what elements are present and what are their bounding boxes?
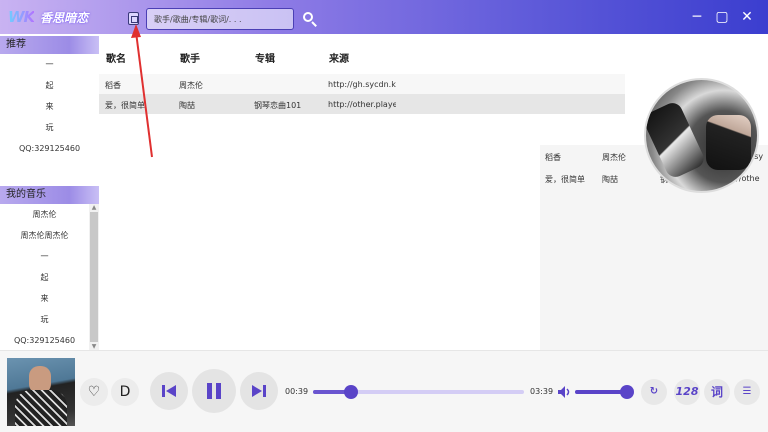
cell-artist: 陶喆: [179, 101, 195, 110]
sidebar-item[interactable]: 玩: [0, 309, 89, 330]
sidebar-item[interactable]: QQ:329125460: [0, 330, 89, 350]
total-time: 03:39: [530, 387, 554, 396]
logo-text: 香思暗恋: [40, 10, 89, 25]
sidebar-my-music: 我的音乐 周杰伦 周杰伦周杰伦 一 起 来 玩 QQ:329125460 ▲ ▼: [0, 186, 99, 350]
pause-icon: [207, 383, 221, 399]
search-box: [146, 8, 294, 30]
sidebar-item[interactable]: 来: [0, 288, 89, 309]
cell-source: http://gh.sycdn.ku: [328, 80, 396, 89]
cell-name: 稻香: [105, 81, 121, 90]
column-header-album[interactable]: 专辑: [255, 50, 275, 65]
my-music-header: 我的音乐: [0, 186, 99, 204]
quality-button[interactable]: 128: [674, 379, 700, 405]
sidebar-item[interactable]: 起: [0, 267, 89, 288]
recommend-header: 推荐: [0, 36, 99, 54]
overlay-artist: 陶喆: [602, 175, 618, 184]
scroll-down-icon[interactable]: ▼: [90, 343, 98, 350]
sidebar-item[interactable]: 周杰伦周杰伦: [0, 225, 89, 246]
table-row[interactable]: 稻香 周杰伦 http://gh.sycdn.ku: [99, 74, 625, 94]
scroll-up-icon[interactable]: ▲: [90, 204, 98, 211]
overlay-name: 爱，很简单: [545, 175, 585, 184]
skip-forward-icon: [252, 385, 266, 397]
search-button[interactable]: [300, 9, 320, 29]
volume-slider[interactable]: [575, 385, 634, 399]
player-bar: ♡ D 00:39 03:39 ↻ 128 词 ☰: [0, 350, 768, 432]
sidebar-item[interactable]: 一: [0, 246, 89, 267]
sidebar-item[interactable]: 周杰伦: [0, 204, 89, 225]
current-time: 00:39: [285, 387, 309, 396]
maximize-button[interactable]: ▢: [713, 8, 731, 26]
sidebar-scrollbar[interactable]: ▲ ▼: [89, 204, 99, 350]
download-button[interactable]: D: [111, 378, 139, 406]
skip-back-icon: [162, 385, 176, 397]
search-icon: [303, 12, 313, 22]
app-logo: WK 香思暗恋: [8, 8, 88, 26]
song-list: 稻香 周杰伦 http://gh.sycdn.ku 爱，很简单 陶喆 钢琴恋曲1…: [99, 74, 625, 114]
volume-handle[interactable]: [620, 385, 634, 399]
like-button[interactable]: ♡: [80, 378, 108, 406]
skin-icon[interactable]: [128, 12, 139, 25]
logo-mark: WK: [8, 8, 35, 26]
progress-handle[interactable]: [343, 385, 358, 399]
minimize-button[interactable]: ─: [688, 8, 706, 26]
sidebar-item[interactable]: 玩: [0, 117, 99, 138]
column-header-name[interactable]: 歌名: [106, 50, 126, 65]
sidebar-item[interactable]: QQ:329125460: [0, 138, 99, 159]
search-input[interactable]: [147, 9, 293, 29]
cell-name: 爱，很简单: [105, 101, 145, 110]
table-row[interactable]: 爱，很简单 陶喆 钢琴恋曲101 http://other.playe: [99, 94, 625, 114]
playlist-button[interactable]: ☰: [734, 379, 760, 405]
overlay-name: 稻香: [545, 153, 561, 162]
previous-button[interactable]: [150, 372, 188, 410]
close-button[interactable]: ✕: [738, 8, 756, 26]
volume-icon[interactable]: [557, 385, 571, 399]
cell-album: 钢琴恋曲101: [254, 101, 302, 110]
sidebar-item[interactable]: 来: [0, 96, 99, 117]
title-bar: WK 香思暗恋 ─ ▢ ✕: [0, 0, 768, 34]
repeat-button[interactable]: ↻: [641, 379, 667, 405]
pause-button[interactable]: [192, 369, 236, 413]
album-cover[interactable]: [7, 358, 75, 426]
cell-artist: 周杰伦: [179, 81, 203, 90]
scrollbar-thumb[interactable]: [90, 212, 98, 342]
column-header-artist[interactable]: 歌手: [180, 50, 200, 65]
sidebar-recommend: 推荐 一 起 来 玩 QQ:329125460: [0, 36, 99, 163]
playlist-icon: ☰: [742, 386, 752, 397]
album-disc: [644, 78, 759, 193]
column-header-source[interactable]: 来源: [329, 50, 349, 65]
progress-slider[interactable]: [313, 385, 524, 399]
overlay-artist: 周杰伦: [602, 153, 626, 162]
heart-icon: ♡: [87, 384, 101, 400]
sidebar-item[interactable]: 起: [0, 75, 99, 96]
sidebar-item[interactable]: 一: [0, 54, 99, 75]
next-button[interactable]: [240, 372, 278, 410]
lyrics-button[interactable]: 词: [704, 379, 730, 405]
cell-source: http://other.playe: [328, 100, 396, 109]
repeat-icon: ↻: [649, 386, 659, 397]
